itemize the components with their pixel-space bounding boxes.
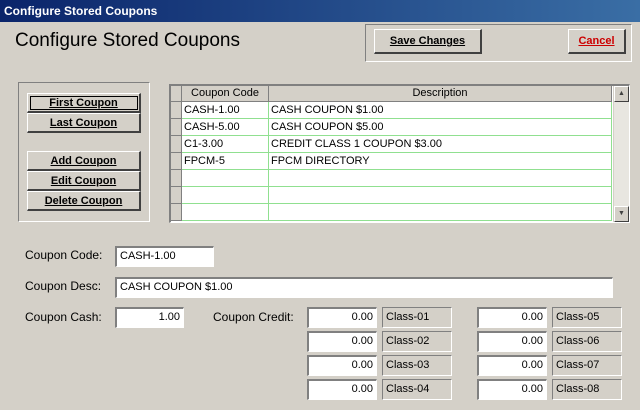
coupon-code-field[interactable]: CASH-1.00 bbox=[115, 246, 214, 267]
row-selector[interactable] bbox=[171, 204, 182, 221]
cell-coupon-code[interactable]: FPCM-5 bbox=[182, 153, 269, 170]
cell-description[interactable]: CASH COUPON $1.00 bbox=[269, 102, 612, 119]
cell-description[interactable]: CASH COUPON $5.00 bbox=[269, 119, 612, 136]
cell-description[interactable] bbox=[269, 204, 612, 221]
first-coupon-button[interactable]: First Coupon bbox=[27, 93, 141, 113]
credit-class-label-01: Class-01 bbox=[382, 307, 452, 328]
credit-value-field-08[interactable]: 0.00 bbox=[477, 379, 547, 400]
row-selector[interactable] bbox=[171, 119, 182, 136]
coupon-cash-field[interactable]: 1.00 bbox=[115, 307, 184, 328]
last-coupon-button[interactable]: Last Coupon bbox=[27, 113, 141, 133]
coupon-credit-label: Coupon Credit: bbox=[213, 310, 294, 324]
cancel-button[interactable]: Cancel bbox=[568, 29, 626, 54]
credit-value-field-01[interactable]: 0.00 bbox=[307, 307, 377, 328]
table-row[interactable]: CASH-5.00 CASH COUPON $5.00 bbox=[171, 119, 612, 136]
credit-value-field-03[interactable]: 0.00 bbox=[307, 355, 377, 376]
coupon-cash-label: Coupon Cash: bbox=[25, 310, 102, 324]
window-title: Configure Stored Coupons bbox=[0, 0, 640, 22]
first-coupon-label: First Coupon bbox=[49, 96, 118, 109]
table-row[interactable] bbox=[171, 170, 612, 187]
table-row[interactable]: FPCM-5 FPCM DIRECTORY bbox=[171, 153, 612, 170]
cell-coupon-code[interactable]: CASH-5.00 bbox=[182, 119, 269, 136]
edit-coupon-button[interactable]: Edit Coupon bbox=[27, 171, 141, 191]
row-selector[interactable] bbox=[171, 153, 182, 170]
credit-value-field-06[interactable]: 0.00 bbox=[477, 331, 547, 352]
navigation-button-panel: First Coupon Last Coupon Add Coupon Edit… bbox=[18, 82, 150, 222]
coupon-desc-label: Coupon Desc: bbox=[25, 279, 102, 293]
table-row[interactable]: CASH-1.00 CASH COUPON $1.00 bbox=[171, 102, 612, 119]
credit-value-field-04[interactable]: 0.00 bbox=[307, 379, 377, 400]
cell-coupon-code[interactable] bbox=[182, 187, 269, 204]
table-row[interactable] bbox=[171, 187, 612, 204]
credit-value-field-07[interactable]: 0.00 bbox=[477, 355, 547, 376]
delete-coupon-label: Delete Coupon bbox=[44, 194, 123, 207]
save-changes-label: Save Changes bbox=[389, 35, 466, 47]
grid-corner bbox=[171, 86, 182, 102]
cell-coupon-code[interactable]: CASH-1.00 bbox=[182, 102, 269, 119]
table-row[interactable] bbox=[171, 204, 612, 221]
coupon-code-label: Coupon Code: bbox=[25, 248, 103, 262]
row-selector[interactable] bbox=[171, 136, 182, 153]
delete-coupon-button[interactable]: Delete Coupon bbox=[27, 191, 141, 211]
cell-description[interactable] bbox=[269, 170, 612, 187]
triangle-down-icon[interactable]: ▼ bbox=[614, 206, 629, 222]
cell-coupon-code[interactable] bbox=[182, 170, 269, 187]
cell-description[interactable] bbox=[269, 187, 612, 204]
cell-coupon-code[interactable] bbox=[182, 204, 269, 221]
row-selector[interactable] bbox=[171, 102, 182, 119]
row-selector[interactable] bbox=[171, 170, 182, 187]
row-selector[interactable] bbox=[171, 187, 182, 204]
cell-coupon-code[interactable]: C1-3.00 bbox=[182, 136, 269, 153]
credit-class-label-06: Class-06 bbox=[552, 331, 622, 352]
credit-class-label-02: Class-02 bbox=[382, 331, 452, 352]
credit-class-label-03: Class-03 bbox=[382, 355, 452, 376]
credit-class-label-07: Class-07 bbox=[552, 355, 622, 376]
table-row[interactable]: C1-3.00 CREDIT CLASS 1 COUPON $3.00 bbox=[171, 136, 612, 153]
credit-value-field-05[interactable]: 0.00 bbox=[477, 307, 547, 328]
add-coupon-label: Add Coupon bbox=[50, 154, 117, 167]
cell-description[interactable]: FPCM DIRECTORY bbox=[269, 153, 612, 170]
credit-value-field-02[interactable]: 0.00 bbox=[307, 331, 377, 352]
last-coupon-label: Last Coupon bbox=[49, 116, 118, 129]
column-header-coupon-code[interactable]: Coupon Code bbox=[182, 86, 269, 102]
cancel-label: Cancel bbox=[578, 35, 615, 47]
triangle-up-icon[interactable]: ▲ bbox=[614, 86, 629, 102]
column-header-description[interactable]: Description bbox=[269, 86, 612, 102]
top-button-panel: Save Changes Cancel bbox=[365, 24, 632, 62]
grid-vertical-scrollbar[interactable]: ▲ ▼ bbox=[613, 86, 629, 222]
credit-class-label-05: Class-05 bbox=[552, 307, 622, 328]
edit-coupon-label: Edit Coupon bbox=[50, 174, 117, 187]
save-changes-button[interactable]: Save Changes bbox=[374, 29, 482, 54]
credit-class-label-08: Class-08 bbox=[552, 379, 622, 400]
add-coupon-button[interactable]: Add Coupon bbox=[27, 151, 141, 171]
coupon-config-window: Configure Stored Coupons Configure Store… bbox=[0, 0, 640, 410]
grid-header: Coupon Code Description bbox=[171, 86, 612, 102]
cell-description[interactable]: CREDIT CLASS 1 COUPON $3.00 bbox=[269, 136, 612, 153]
page-title: Configure Stored Coupons bbox=[15, 30, 240, 51]
coupon-grid[interactable]: Coupon Code Description CASH-1.00 CASH C… bbox=[169, 84, 630, 223]
coupon-desc-field[interactable]: CASH COUPON $1.00 bbox=[115, 277, 613, 298]
credit-class-label-04: Class-04 bbox=[382, 379, 452, 400]
